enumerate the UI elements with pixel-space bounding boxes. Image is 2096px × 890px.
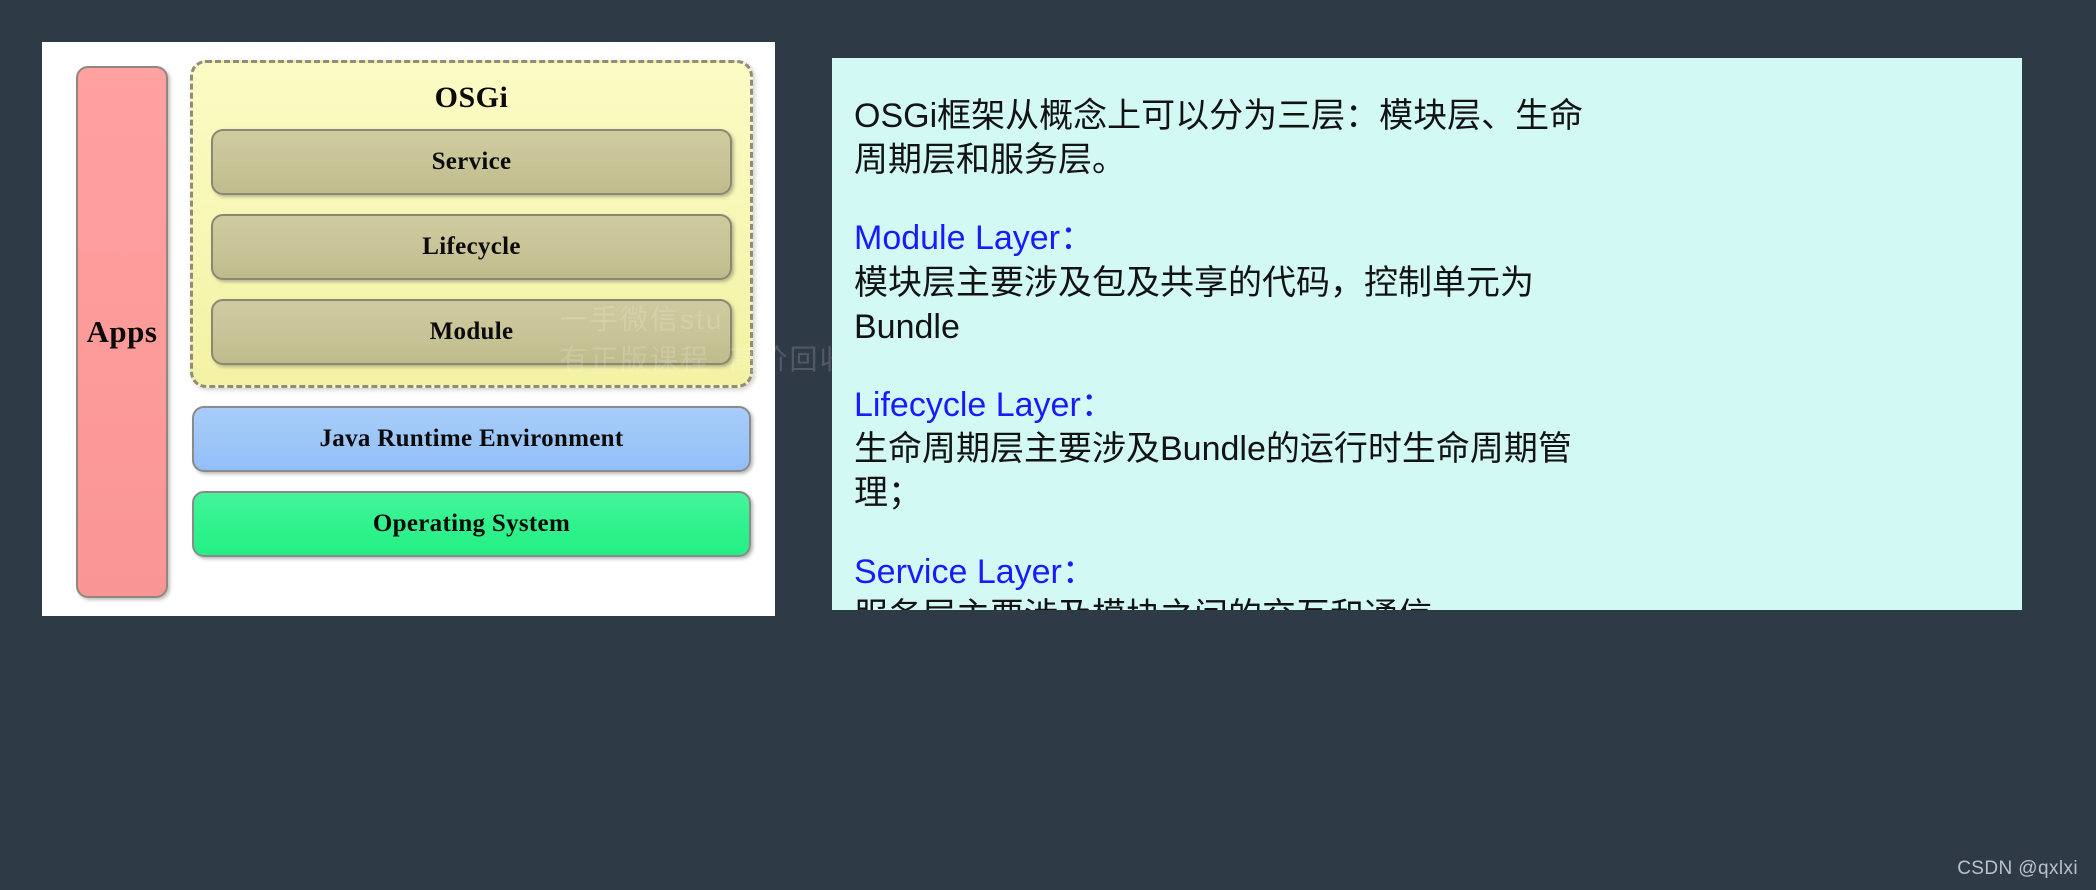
notes-spacer-3 bbox=[854, 520, 2000, 550]
notes-panel: OSGi框架从概念上可以分为三层：模块层、生命 周期层和服务层。 Module … bbox=[832, 58, 2022, 610]
apps-box: Apps bbox=[76, 66, 168, 598]
operating-system-box: Operating System bbox=[192, 491, 751, 557]
osgi-architecture-diagram: Apps OSGi Service Lifecycle Module Java … bbox=[42, 42, 775, 616]
notes-section-service: Service Layer： 服务层主要涉及模块之间的交互和通信。 bbox=[854, 550, 2000, 611]
apps-label: Apps bbox=[86, 314, 158, 349]
notes-spacer-1 bbox=[854, 186, 2000, 216]
osgi-layer-module-label: Module bbox=[429, 318, 514, 345]
notes-module-body: 模块层主要涉及包及共享的代码，控制单元为 Bundle bbox=[854, 263, 1534, 346]
java-runtime-environment-box: Java Runtime Environment bbox=[192, 406, 751, 472]
notes-spacer-2 bbox=[854, 353, 2000, 383]
java-runtime-environment-label: Java Runtime Environment bbox=[319, 425, 624, 452]
notes-module-heading: Module Layer： bbox=[854, 219, 1095, 258]
osgi-title: OSGi bbox=[434, 81, 509, 114]
notes-lifecycle-body: 生命周期层主要涉及Bundle的运行时生命周期管 理； bbox=[854, 430, 1572, 513]
notes-service-body: 服务层主要涉及模块之间的交互和通信。 bbox=[854, 594, 2000, 610]
operating-system-label: Operating System bbox=[372, 510, 571, 537]
layer-stack: OSGi Service Lifecycle Module Java Runti… bbox=[190, 60, 753, 602]
osgi-layer-service: Service bbox=[211, 129, 732, 195]
osgi-layer-lifecycle-label: Lifecycle bbox=[422, 233, 521, 260]
notes-section-lifecycle: Lifecycle Layer： 生命周期层主要涉及Bundle的运行时生命周期… bbox=[854, 383, 2000, 516]
osgi-container: OSGi Service Lifecycle Module bbox=[190, 60, 753, 388]
notes-lifecycle-heading: Lifecycle Layer： bbox=[854, 385, 1115, 424]
osgi-layer-module: Module bbox=[211, 299, 732, 365]
notes-service-heading: Service Layer： bbox=[854, 552, 1096, 591]
notes-section-module: Module Layer： 模块层主要涉及包及共享的代码，控制单元为 Bundl… bbox=[854, 216, 2000, 349]
csdn-watermark: CSDN @qxlxi bbox=[1957, 858, 2078, 879]
notes-intro-block: OSGi框架从概念上可以分为三层：模块层、生命 周期层和服务层。 bbox=[854, 94, 2000, 182]
osgi-layer-lifecycle: Lifecycle bbox=[211, 214, 732, 280]
notes-intro-text: OSGi框架从概念上可以分为三层：模块层、生命 周期层和服务层。 bbox=[854, 97, 1584, 180]
osgi-layer-service-label: Service bbox=[431, 148, 512, 175]
